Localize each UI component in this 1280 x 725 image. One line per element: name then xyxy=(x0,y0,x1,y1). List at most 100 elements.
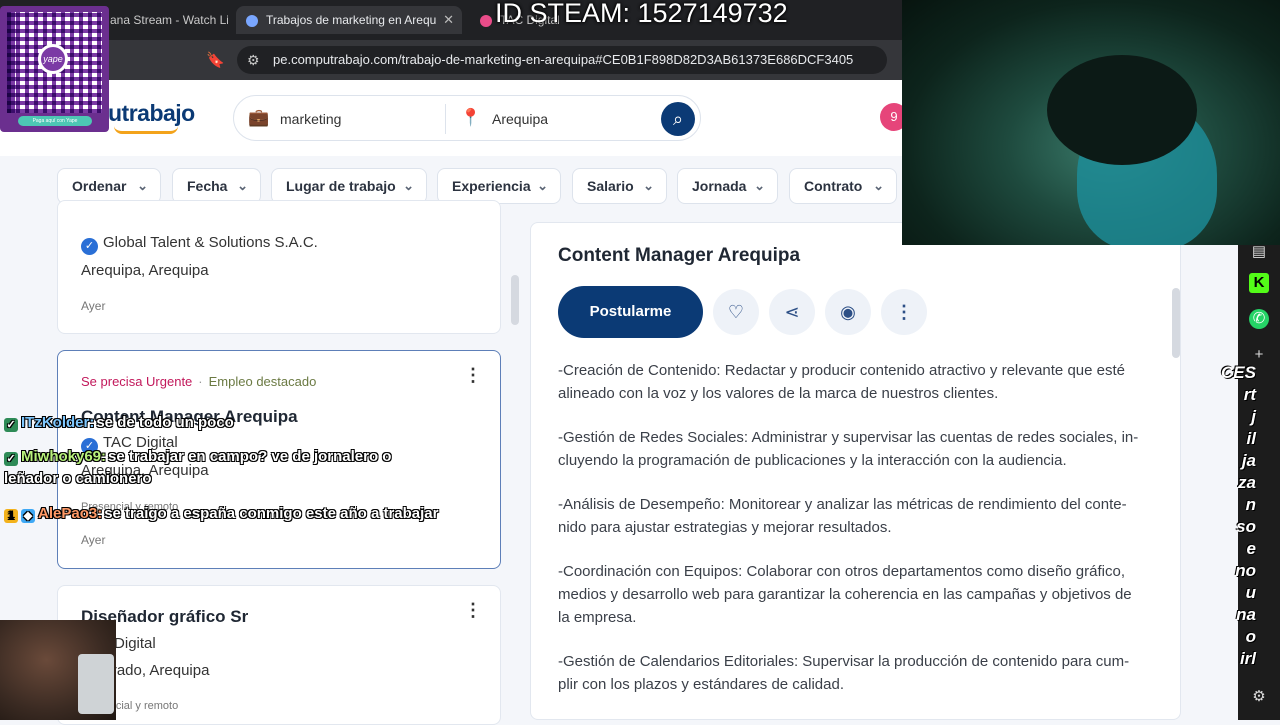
briefcase-icon: 💼 xyxy=(248,108,270,127)
logo-swoosh xyxy=(114,126,178,134)
share-icon: ⋖ xyxy=(784,302,800,322)
side-text-line: CES xyxy=(1221,363,1256,382)
apply-button[interactable]: Postularme xyxy=(558,286,703,338)
chat-user: AlePao3: xyxy=(38,505,103,522)
filter-contrato[interactable]: Contrato ⌄ xyxy=(789,168,897,204)
chat-message: ✓ ITzKolder: se de todo un poco xyxy=(4,412,234,434)
tab-label: Trabajos de marketing en Arequ xyxy=(266,13,437,27)
filter-fecha[interactable]: Fecha ⌄ xyxy=(172,168,261,204)
description-paragraph: -Análisis de Desempeño: Monitorear y ana… xyxy=(558,496,1127,536)
side-text-line: o xyxy=(1245,627,1256,646)
side-text-line: so xyxy=(1236,517,1256,536)
chat-message: ✓ Miwhoky69: se trabajar en campo? ve de j… xyxy=(4,446,404,490)
url-field[interactable]: ⚙ pe.computrabajo.com/trabajo-de-marketi… xyxy=(237,46,887,74)
job-detail-panel: Content Manager Arequipa Postularme ♡ ⋖ … xyxy=(530,222,1181,720)
side-scroll-text: CES rt j il ja za n so e no u na o irl xyxy=(1176,362,1256,670)
site-header: utrabajo 💼 📍 ⌕ 9 xyxy=(0,80,908,156)
coin-icon: 1 xyxy=(4,509,18,523)
chevron-down-icon: ⌄ xyxy=(537,178,548,193)
side-text-line: n xyxy=(1245,495,1256,514)
whatsapp-icon[interactable]: ✆ xyxy=(1249,309,1269,329)
yape-qr-code: yape Paga aquí con Yape xyxy=(0,6,109,132)
tune-icon[interactable]: ⚙ xyxy=(247,46,260,74)
check-icon: ✓ xyxy=(4,452,18,466)
chat-message: 1 ◆ AlePao3: se traigo a españa conmigo est… xyxy=(4,503,439,525)
side-text-line: rt xyxy=(1243,385,1256,404)
favorite-button[interactable]: ♡ xyxy=(713,289,759,335)
bookmark-icon[interactable]: 🔖 xyxy=(206,51,225,69)
urgent-badge: Se precisa Urgente xyxy=(81,374,193,389)
side-text-line: il xyxy=(1246,429,1256,448)
description-paragraph: -Coordinación con Equipos: Colaborar con… xyxy=(558,563,1132,626)
side-text-line: za xyxy=(1238,473,1256,492)
settings-icon[interactable]: ⚙ xyxy=(1249,687,1269,707)
filter-label: Salario xyxy=(587,178,634,194)
more-options-icon[interactable]: ⋮ xyxy=(464,365,482,386)
eye-off-icon: ◉ xyxy=(840,302,856,322)
favicon-icon xyxy=(480,14,492,27)
location-input[interactable] xyxy=(492,107,642,131)
more-options-icon[interactable]: ⋮ xyxy=(464,600,482,621)
chevron-down-icon: ⌄ xyxy=(643,178,654,193)
chat-text: se de todo un poco xyxy=(96,414,234,431)
tab-label: ana Stream - Watch Li xyxy=(110,13,228,27)
keyword-input[interactable] xyxy=(280,107,430,131)
job-badges: Se precisa Urgente · Empleo destacado xyxy=(81,374,317,389)
search-bar: 💼 📍 ⌕ xyxy=(233,95,701,141)
filter-label: Ordenar xyxy=(72,178,127,194)
share-button[interactable]: ⋖ xyxy=(769,289,815,335)
side-text-line: ja xyxy=(1241,451,1256,470)
job-date: Ayer xyxy=(81,299,106,313)
chat-text: se traigo a españa conmigo este año a tr… xyxy=(104,505,439,522)
chevron-down-icon: ⌄ xyxy=(873,178,884,193)
more-button[interactable]: ⋮ xyxy=(881,289,927,335)
streamer-hair xyxy=(1047,55,1197,165)
filter-lugar[interactable]: Lugar de trabajo ⌄ xyxy=(271,168,427,204)
job-location: Arequipa, Arequipa xyxy=(81,262,209,279)
description-paragraph: -Gestión de Calendarios Editoriales: Sup… xyxy=(558,653,1130,693)
filter-experiencia[interactable]: Experiencia ⌄ xyxy=(437,168,561,204)
side-text-line: e xyxy=(1246,539,1256,558)
search-divider xyxy=(445,104,446,134)
heart-icon: ♡ xyxy=(727,302,745,322)
detail-scrollbar[interactable] xyxy=(1172,288,1180,358)
description-paragraph: -Creación de Contenido: Redactar y produ… xyxy=(558,362,1125,402)
yape-logo: yape xyxy=(38,44,68,74)
filter-jornada[interactable]: Jornada ⌄ xyxy=(677,168,778,204)
tab-stream[interactable]: ana Stream - Watch Li xyxy=(100,6,228,34)
gem-icon: ◆ xyxy=(21,509,35,523)
filter-label: Contrato xyxy=(804,178,863,194)
close-icon[interactable]: ✕ xyxy=(443,6,454,34)
company-name: Global Talent & Solutions S.A.C. xyxy=(103,234,318,251)
job-card[interactable]: ⋮ Diseñador gráfico Sr TAC Digital Color… xyxy=(57,585,501,725)
chat-user: ITzKolder: xyxy=(21,414,95,431)
verified-icon: ✓ xyxy=(81,238,98,255)
filter-label: Experiencia xyxy=(452,178,531,194)
side-text-line: irl xyxy=(1239,649,1256,668)
site-logo[interactable]: utrabajo xyxy=(108,100,195,127)
side-text-line: na xyxy=(1236,605,1256,624)
address-bar: 🔖 ⚙ pe.computrabajo.com/trabajo-de-marke… xyxy=(0,40,902,80)
detail-title: Content Manager Arequipa xyxy=(558,245,801,266)
chat-user: Miwhoky69: xyxy=(21,448,107,465)
url-text: pe.computrabajo.com/trabajo-de-marketing… xyxy=(273,52,854,67)
hide-button[interactable]: ◉ xyxy=(825,289,871,335)
steam-id-overlay: ID STEAM: 1527149732 xyxy=(495,0,788,28)
job-company: ✓ Global Talent & Solutions S.A.C. xyxy=(81,234,318,255)
kick-icon[interactable]: K xyxy=(1249,273,1269,293)
filter-label: Lugar de trabajo xyxy=(286,178,396,194)
filter-label: Jornada xyxy=(692,178,747,194)
list-scrollbar[interactable] xyxy=(511,275,519,325)
filter-ordenar[interactable]: Ordenar ⌄ xyxy=(57,168,161,204)
more-options-icon: ⋮ xyxy=(895,302,913,322)
search-button[interactable]: ⌕ xyxy=(661,102,695,136)
tab-computrabajo[interactable]: Trabajos de marketing en Arequ ✕ xyxy=(236,6,462,34)
side-text-line: u xyxy=(1245,583,1256,602)
filter-salario[interactable]: Salario ⌄ xyxy=(572,168,667,204)
chevron-down-icon: ⌄ xyxy=(403,178,414,193)
check-icon: ✓ xyxy=(4,418,18,432)
description-paragraph: -Gestión de Redes Sociales: Administrar … xyxy=(558,429,1139,469)
job-card[interactable]: ✓ Global Talent & Solutions S.A.C. Arequi… xyxy=(57,200,501,334)
reader-icon[interactable]: ▤ xyxy=(1249,242,1269,262)
favicon-icon xyxy=(246,14,258,27)
